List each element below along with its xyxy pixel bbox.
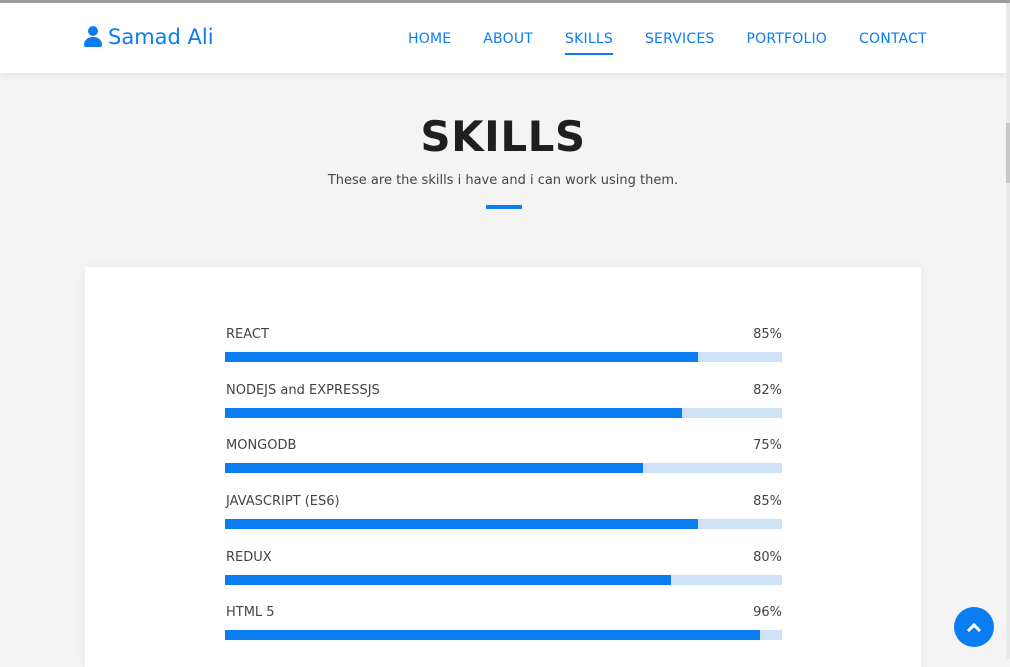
nav-about[interactable]: ABOUT bbox=[483, 31, 533, 47]
section-subtitle: These are the skills i have and i can wo… bbox=[327, 173, 679, 188]
brand-name: Samad Ali bbox=[108, 25, 214, 49]
skills-card: REACT 85% NODEJS and EXPRESSJS 82% MONGO… bbox=[85, 267, 921, 667]
skill-progress-track bbox=[225, 352, 782, 362]
skill-name: REDUX bbox=[226, 550, 272, 565]
skill-name: JAVASCRIPT (ES6) bbox=[226, 494, 340, 509]
skill-name: REACT bbox=[226, 327, 269, 342]
nav-services[interactable]: SERVICES bbox=[645, 31, 715, 47]
skill-percent: 75% bbox=[753, 438, 782, 453]
nav-contact[interactable]: CONTACT bbox=[859, 31, 927, 47]
skill-progress-track bbox=[225, 519, 782, 529]
skill-progress-fill bbox=[225, 408, 682, 418]
main-nav: HOME ABOUT SKILLS SERVICES PORTFOLIO CON… bbox=[408, 31, 959, 55]
skill-percent: 82% bbox=[753, 383, 782, 398]
skill-progress-track bbox=[225, 575, 782, 585]
skill-progress-fill bbox=[225, 352, 699, 362]
skill-progress-track bbox=[225, 463, 782, 473]
skill-percent: 80% bbox=[753, 550, 782, 565]
skill-name: MONGODB bbox=[226, 438, 297, 453]
skill-progress-fill bbox=[225, 575, 671, 585]
skill-progress-fill bbox=[225, 463, 643, 473]
skill-name: NODEJS and EXPRESSJS bbox=[226, 383, 380, 398]
brand-logo[interactable]: Samad Ali bbox=[84, 25, 214, 49]
user-icon bbox=[84, 26, 102, 48]
skill-percent: 85% bbox=[753, 327, 782, 342]
nav-home[interactable]: HOME bbox=[408, 31, 451, 47]
back-to-top-button[interactable] bbox=[954, 607, 994, 647]
skill-progress-track bbox=[225, 630, 782, 640]
navbar: Samad Ali HOME ABOUT SKILLS SERVICES POR… bbox=[0, 3, 1006, 73]
skill-percent: 85% bbox=[753, 494, 782, 509]
scrollbar-thumb[interactable] bbox=[1006, 123, 1010, 183]
chevron-up-icon bbox=[966, 622, 982, 637]
skill-progress-track bbox=[225, 408, 782, 418]
section-title: SKILLS bbox=[420, 112, 586, 161]
skill-percent: 96% bbox=[753, 605, 782, 620]
nav-skills[interactable]: SKILLS bbox=[565, 31, 613, 55]
nav-portfolio[interactable]: PORTFOLIO bbox=[746, 31, 827, 47]
skill-progress-fill bbox=[225, 519, 699, 529]
title-underline bbox=[486, 205, 522, 209]
scrollbar[interactable] bbox=[1006, 3, 1010, 659]
skill-progress-fill bbox=[225, 630, 760, 640]
skill-name: HTML 5 bbox=[226, 605, 275, 620]
